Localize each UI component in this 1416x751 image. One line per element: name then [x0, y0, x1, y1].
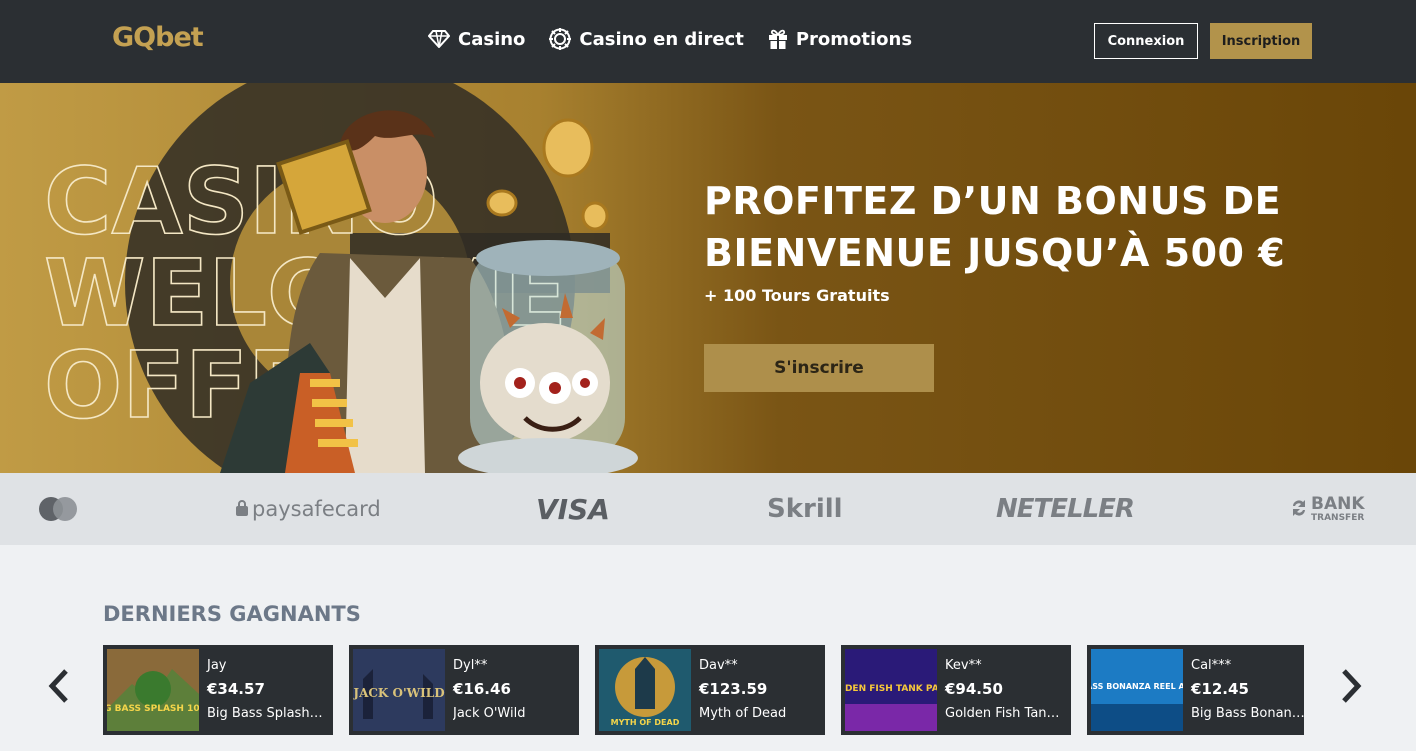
hero-title: PROFITEZ D’UN BONUS DE BIENVENUE JUSQU’À…	[704, 175, 1285, 279]
thumb-text-1: BIG BASS SPLASH 1000	[107, 704, 199, 714]
bank-label: BANK	[1311, 493, 1365, 514]
winner-game: Myth of Dead	[699, 706, 787, 721]
game-thumbnail: BIG BASS SPLASH 1000	[107, 649, 199, 731]
hero-title-line-1: PROFITEZ D’UN BONUS DE	[704, 179, 1282, 223]
nav-live-casino[interactable]: Casino en direct	[549, 28, 744, 50]
visa-logo: VISA	[536, 492, 610, 526]
hero-illustration: CASINO WELCOME OFFER	[43, 83, 638, 473]
hero-banner: CASINO WELCOME OFFER	[0, 83, 1416, 473]
payment-methods-bar: paysafecard VISA Skrill NETELLER BANK TR…	[0, 473, 1416, 545]
winner-card[interactable]: JACK O'WILD Dyl** €16.46 Jack O'Wild	[349, 645, 579, 735]
site-logo[interactable]: GQbet	[112, 22, 204, 53]
signup-cta-button[interactable]: S'inscrire	[704, 344, 934, 392]
game-thumbnail: MYTH OF DEAD	[599, 649, 691, 731]
carousel-prev-button[interactable]	[44, 668, 74, 704]
game-thumbnail: GOLDEN FISH TANK PARTY	[845, 649, 937, 731]
nav-promotions-label: Promotions	[795, 28, 913, 50]
hero-title-line-2: BIENVENUE JUSQU’À 500 €	[704, 231, 1286, 275]
mastercard-icon	[38, 473, 78, 545]
winner-name: Dav**	[699, 658, 738, 673]
winner-card[interactable]: BIG BASS SPLASH 1000 Jay €34.57 Big Bass…	[103, 645, 333, 735]
gift-icon	[768, 28, 788, 50]
winner-game: Big Bass Bonanza Reel Action	[1191, 706, 1304, 721]
transfer-label: TRANSFER	[1311, 512, 1365, 523]
nav-casino-label: Casino	[458, 28, 526, 50]
nav-promotions[interactable]: Promotions	[768, 28, 912, 50]
paysafecard-label: paysafecard	[252, 497, 381, 521]
winner-amount: €123.59	[699, 680, 768, 698]
winner-card[interactable]: MYTH OF DEAD Dav** €123.59 Myth of Dead	[595, 645, 825, 735]
thumb-text-4: GOLDEN FISH TANK PARTY	[845, 684, 937, 694]
hero-subtitle: + 100 Tours Gratuits	[704, 286, 890, 305]
paysafecard-logo: paysafecard	[236, 473, 381, 545]
winner-game: Golden Fish Tank Party	[945, 706, 1063, 721]
transfer-arrows-icon	[1290, 497, 1308, 521]
carousel-next-button[interactable]	[1336, 668, 1366, 704]
login-button[interactable]: Connexion	[1094, 23, 1198, 59]
thumb-text-2: JACK O'WILD	[353, 686, 445, 700]
winner-card[interactable]: BIG BASS BONANZA REEL ACTION Cal*** €12.…	[1087, 645, 1304, 735]
winner-name: Dyl**	[453, 658, 488, 673]
winner-name: Jay	[207, 658, 227, 673]
winner-amount: €16.46	[453, 680, 511, 698]
winner-name: Cal***	[1191, 658, 1232, 673]
site-header: GQbet Casino Casino en direct Promotions…	[0, 0, 1416, 83]
nav-casino[interactable]: Casino	[428, 28, 525, 50]
thumb-text-5: BIG BASS BONANZA REEL ACTION	[1091, 682, 1183, 691]
winner-game: Big Bass Splash 1000	[207, 706, 325, 721]
chevron-left-icon	[48, 669, 68, 703]
skrill-logo: Skrill	[767, 494, 843, 524]
winner-amount: €34.57	[207, 680, 265, 698]
game-thumbnail: JACK O'WILD	[353, 649, 445, 731]
diamond-icon	[428, 30, 450, 48]
chip-icon	[549, 28, 572, 50]
thumb-text-3: MYTH OF DEAD	[611, 718, 680, 727]
neteller-logo: NETELLER	[996, 494, 1135, 524]
monster-character	[458, 240, 638, 473]
nav-live-casino-label: Casino en direct	[579, 28, 744, 50]
winner-name: Kev**	[945, 658, 982, 673]
winner-game: Jack O'Wild	[453, 706, 526, 721]
game-thumbnail: BIG BASS BONANZA REEL ACTION	[1091, 649, 1183, 731]
lock-icon	[236, 497, 248, 521]
winner-card[interactable]: GOLDEN FISH TANK PARTY Kev** €94.50 Gold…	[841, 645, 1071, 735]
chevron-right-icon	[1342, 669, 1362, 703]
winner-amount: €12.45	[1191, 680, 1249, 698]
main-nav: Casino Casino en direct Promotions	[428, 28, 912, 50]
bank-transfer-logo: BANK TRANSFER	[1290, 473, 1365, 545]
winners-carousel: BIG BASS SPLASH 1000 Jay €34.57 Big Bass…	[103, 645, 1304, 735]
register-button[interactable]: Inscription	[1210, 23, 1312, 59]
latest-winners-title: DERNIERS GAGNANTS	[103, 602, 361, 626]
winner-amount: €94.50	[945, 680, 1003, 698]
